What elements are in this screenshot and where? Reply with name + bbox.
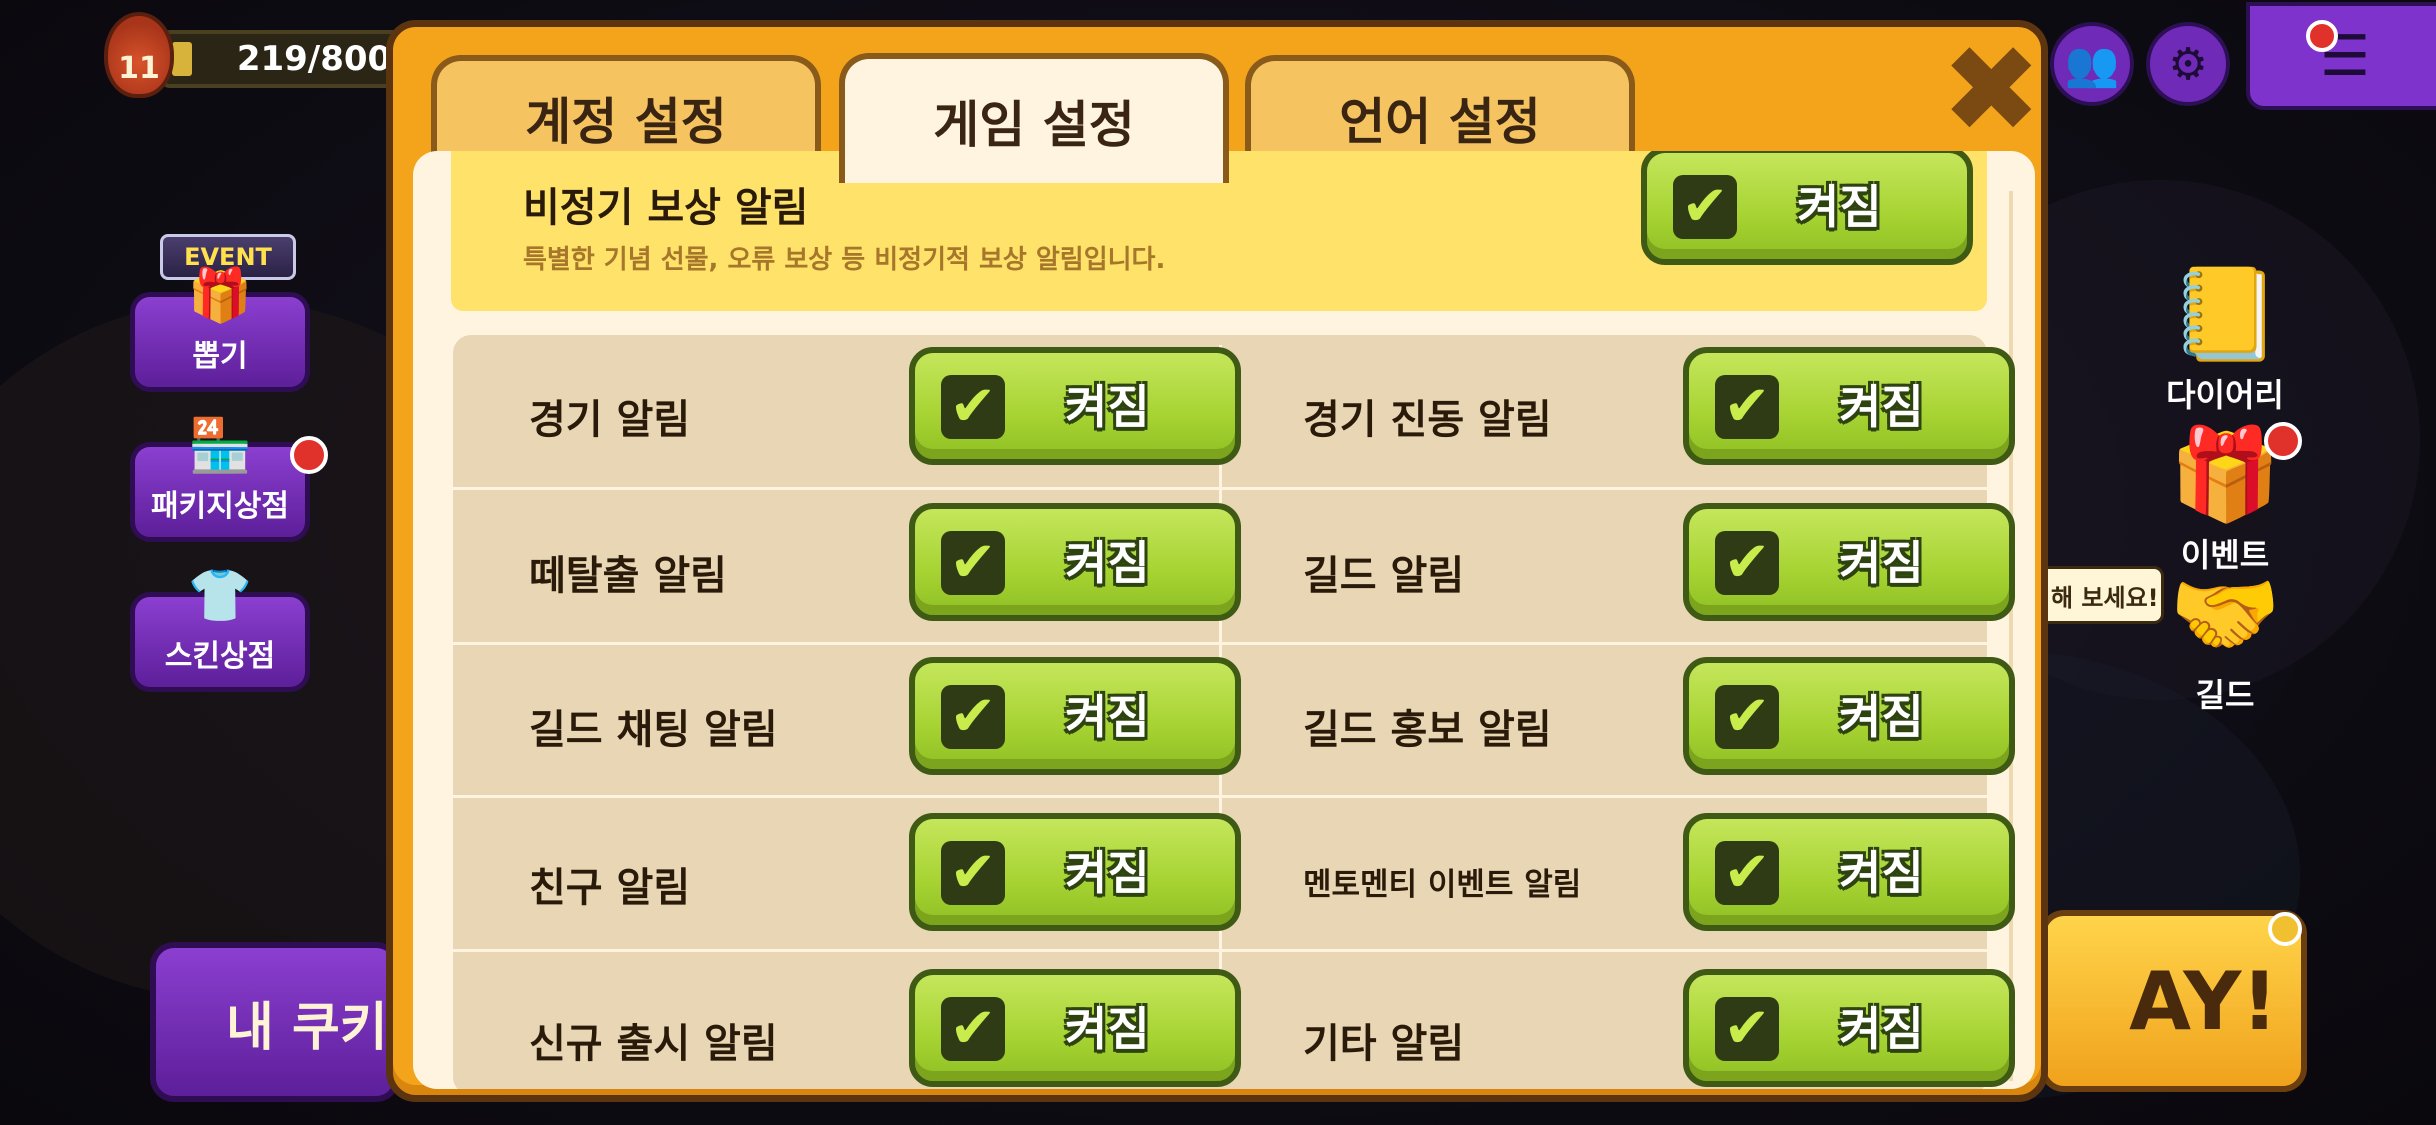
toggle-featured[interactable]: ✔ 켜짐	[1641, 151, 1973, 265]
right-menu-label: 다이어리	[2166, 376, 2284, 414]
main-menu-button[interactable]: ☰	[2246, 2, 2436, 110]
side-button-gacha[interactable]: 🎁 뽑기	[130, 266, 310, 392]
tab-label: 게임 설정	[933, 96, 1135, 154]
setting-label: 기타 알림	[1303, 1021, 1465, 1067]
tab-label: 계정 설정	[525, 93, 727, 151]
checkmark-icon: ✔	[1715, 375, 1779, 439]
speech-bubble-text: 해 보세요!	[2051, 583, 2159, 612]
toggle-label: 켜짐	[1065, 380, 1150, 434]
row-divider	[453, 795, 1987, 798]
toggle-other[interactable]: ✔ 켜짐	[1683, 969, 2015, 1087]
friends-icon: 👥	[2064, 39, 2120, 90]
toggle-guild-promo[interactable]: ✔ 켜짐	[1683, 657, 2015, 775]
stamina-fill	[172, 42, 192, 76]
notification-dot	[2306, 20, 2338, 52]
notification-dot	[2268, 912, 2302, 946]
my-cookies-label: 내 쿠키들	[226, 997, 394, 1058]
setting-label: 친구 알림	[529, 865, 691, 911]
speech-bubble: 해 보세요!	[2036, 566, 2164, 624]
right-menu-diary[interactable]: 📒 다이어리	[2150, 260, 2300, 414]
checkmark-icon: ✔	[941, 997, 1005, 1061]
toggle-label: 켜짐	[1797, 180, 1882, 234]
row-divider	[453, 642, 1987, 645]
notification-dot	[2264, 422, 2302, 460]
stamina-value: 219/800	[236, 39, 392, 79]
featured-description: 특별한 기념 선물, 오류 보상 등 비정기적 보상 알림입니다.	[523, 245, 1166, 275]
setting-label: 경기 진동 알림	[1303, 397, 1552, 443]
notification-dot	[290, 436, 328, 474]
right-menu-guild[interactable]: 🤝 길드	[2150, 560, 2300, 714]
toggle-label: 켜짐	[1839, 380, 1924, 434]
toggle-label: 켜짐	[1839, 1002, 1924, 1056]
settings-content[interactable]: 비정기 보상 알림 특별한 기념 선물, 오류 보상 등 비정기적 보상 알림입…	[413, 151, 2035, 1089]
shirt-icon: 👕	[187, 566, 253, 626]
side-button-label: 뽑기	[192, 339, 248, 374]
handshake-icon: 🤝	[2168, 562, 2282, 667]
gear-icon: ⚙	[2168, 38, 2208, 90]
toggle-friend[interactable]: ✔ 켜짐	[909, 813, 1241, 931]
toggle-match-notification[interactable]: ✔ 켜짐	[909, 347, 1241, 465]
toggle-label: 켜짐	[1839, 536, 1924, 590]
tab-label: 언어 설정	[1339, 93, 1541, 151]
toggle-new-release[interactable]: ✔ 켜짐	[909, 969, 1241, 1087]
checkmark-icon: ✔	[1673, 175, 1737, 239]
checkmark-icon: ✔	[1715, 841, 1779, 905]
side-button-label: 패키지상점	[151, 489, 289, 524]
checkmark-icon: ✔	[941, 531, 1005, 595]
checkmark-icon: ✔	[941, 375, 1005, 439]
play-button[interactable]: AY!	[2040, 910, 2307, 1092]
stamina-bar[interactable]: 219/800	[160, 30, 408, 88]
setting-label: 경기 알림	[529, 397, 691, 443]
play-label: AY!	[2129, 954, 2278, 1048]
level-value: 11	[118, 51, 160, 86]
settings-dialog: 계정 설정 게임 설정 언어 설정 ✖ 비정기 보상 알림 특별한 기념 선물,…	[386, 20, 2048, 1102]
checkmark-icon: ✔	[941, 841, 1005, 905]
toggle-crowd-escape[interactable]: ✔ 켜짐	[909, 503, 1241, 621]
toggle-mentor-mentee-event[interactable]: ✔ 켜짐	[1683, 813, 2015, 931]
toggle-guild[interactable]: ✔ 켜짐	[1683, 503, 2015, 621]
close-button[interactable]: ✖	[1941, 31, 2042, 151]
setting-label: 멘토멘티 이벤트 알림	[1303, 867, 1582, 903]
right-menu-label: 길드	[2195, 676, 2255, 714]
checkmark-icon: ✔	[1715, 685, 1779, 749]
toggle-label: 켜짐	[1839, 690, 1924, 744]
level-flame-badge: 11	[104, 12, 174, 98]
chest-icon: 🎁	[187, 266, 253, 326]
checkmark-icon: ✔	[1715, 531, 1779, 595]
side-button-label: 스킨상점	[164, 639, 276, 674]
setting-label: 길드 알림	[1303, 553, 1465, 599]
row-divider	[453, 487, 1987, 490]
settings-grid: 경기 알림 ✔ 켜짐 경기 진동 알림 ✔ 켜짐 떼탈출 알림 ✔ 켜짐 길드 …	[453, 335, 2015, 1089]
setting-label: 신규 출시 알림	[529, 1021, 778, 1067]
my-cookies-button[interactable]: 내 쿠키들	[150, 942, 400, 1102]
settings-button[interactable]: ⚙	[2146, 22, 2230, 106]
scrollbar-track[interactable]	[2009, 191, 2013, 1081]
toggle-label: 켜짐	[1839, 846, 1924, 900]
friends-button[interactable]: 👥	[2050, 22, 2134, 106]
close-icon: ✖	[1941, 21, 2042, 160]
diary-icon: 📒	[2168, 262, 2282, 367]
checkmark-icon: ✔	[941, 685, 1005, 749]
setting-label: 떼탈출 알림	[529, 553, 727, 599]
toggle-label: 켜짐	[1065, 536, 1150, 590]
toggle-match-vibration[interactable]: ✔ 켜짐	[1683, 347, 2015, 465]
setting-label: 길드 채팅 알림	[529, 707, 778, 753]
tab-game-settings[interactable]: 게임 설정	[839, 53, 1229, 183]
toggle-label: 켜짐	[1065, 690, 1150, 744]
side-button-skin-shop[interactable]: 👕 스킨상점	[130, 566, 310, 692]
row-divider	[453, 949, 1987, 952]
side-button-package-shop[interactable]: 🏪 패키지상점	[130, 416, 310, 542]
checkmark-icon: ✔	[1715, 997, 1779, 1061]
featured-title: 비정기 보상 알림	[523, 185, 809, 231]
toggle-label: 켜짐	[1065, 1002, 1150, 1056]
setting-label: 길드 홍보 알림	[1303, 707, 1552, 753]
toggle-label: 켜짐	[1065, 846, 1150, 900]
toggle-guild-chat[interactable]: ✔ 켜짐	[909, 657, 1241, 775]
shop-icon: 🏪	[187, 416, 253, 476]
